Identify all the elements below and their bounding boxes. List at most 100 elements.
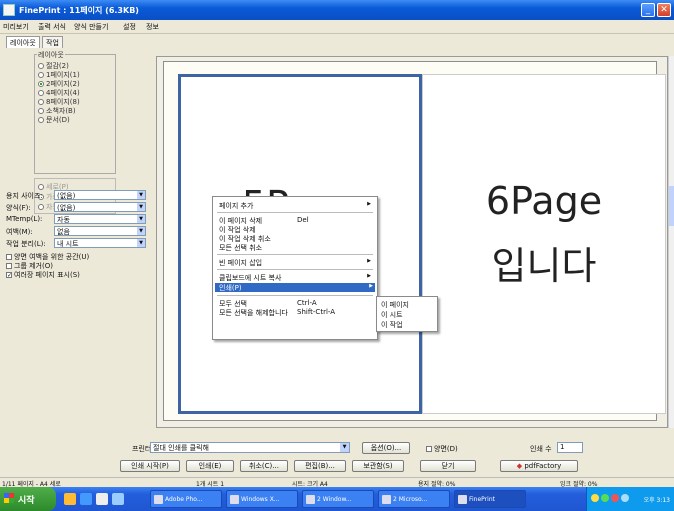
layout-radio-8page[interactable]: 8페이지(8) [38,97,80,106]
paper-size-select[interactable]: (없음) ▼ [54,190,146,200]
menu-item-print-format[interactable]: 출력 서식 [38,22,66,32]
layout-radio-save[interactable]: 절감(2) [38,61,69,70]
start-label: 시작 [18,496,35,506]
photoshop-icon [154,495,163,504]
quicklaunch-folder-icon[interactable] [64,493,76,505]
layout-radio-2page[interactable]: 2페이지(2) [38,79,80,88]
check-multi-page[interactable]: ✓ 여러장 페이지 표시(S) [6,270,80,279]
ctx-item-select-all[interactable]: 모두 선택 Ctrl-A [219,299,373,308]
check-duplex-margin[interactable]: 양면 여백을 위한 공간(U) [6,252,89,261]
word-icon [382,495,391,504]
layout-radio-4page[interactable]: 4페이지(4) [38,88,80,97]
radio-icon [38,99,44,105]
scrollbar-thumb[interactable] [669,186,674,226]
layout-radio-booklet[interactable]: 소책자(B) [38,106,76,115]
menu-item-settings[interactable]: 설정 [123,22,136,32]
chevron-down-icon[interactable]: ▼ [137,191,145,199]
edit-button[interactable]: 편집(B)... [294,460,346,472]
chevron-down-icon[interactable]: ▼ [137,215,145,223]
select-value: 자동 [57,216,70,224]
app-icon [3,4,15,16]
check-remove-group[interactable]: 그룹 제거(O) [6,261,53,270]
quicklaunch-ie-icon[interactable] [80,493,92,505]
check-label: 양면(D) [434,445,458,453]
menu-separator [217,269,373,270]
tab-job[interactable]: 작업 [42,36,63,48]
form-select[interactable]: (없음) ▼ [54,202,146,212]
ctx-item-copy-clipboard[interactable]: 클립보드에 시트 복사 ▶ [219,273,373,282]
ctx-item-insert-blank[interactable]: 빈 페이지 삽입 ▶ [219,258,373,267]
archive-button[interactable]: 보관함(S) [352,460,404,472]
quicklaunch-media-icon[interactable] [112,493,124,505]
chevron-down-icon[interactable]: ▼ [137,203,145,211]
chevron-down-icon[interactable]: ▼ [137,239,145,247]
tray-security-icon[interactable] [611,494,619,502]
tray-volume-icon[interactable] [621,494,629,502]
quicklaunch-desktop-icon[interactable] [96,493,108,505]
task-label: 2 Microso... [393,496,428,503]
check-label: 양면 여백을 위한 공간(U) [14,253,90,261]
ctx-label: 클립보드에 시트 복사 [219,274,282,282]
submenu-item-this-page[interactable]: 이 페이지 [381,300,409,309]
ctx-item-undo-delete[interactable]: 이 작업 삭제 취소 [219,234,373,243]
ctx-item-add-page[interactable]: 페이지 추가 ▶ [219,201,373,210]
start-print-button[interactable]: 인쇄 시작(P) [120,460,180,472]
taskbar-item-microsoft[interactable]: 2 Microso... [378,490,450,508]
minimize-button[interactable]: _ [641,3,655,17]
windows-logo-icon [4,493,14,503]
printer-icon [458,495,467,504]
taskbar-item-photoshop[interactable]: Adobe Pho... [150,490,222,508]
close-button[interactable]: ✕ [657,3,671,17]
tray-clock[interactable]: 오후 3:13 [644,495,670,504]
options-button[interactable]: 옵션(O)... [362,442,410,454]
ctx-label: 이 페이지 삭제 [219,217,263,225]
menu-item-make-form[interactable]: 양식 만들기 [74,22,108,32]
cancel-button[interactable]: 취소(C)... [240,460,288,472]
taskbar-item-windows-x[interactable]: Windows X... [226,490,298,508]
page-right-text-2: 입니다 [491,244,597,288]
close-dialog-button[interactable]: 닫기 [420,460,476,472]
preview-scrollbar[interactable] [668,56,674,428]
setting-label: MTemp(L): [6,215,43,223]
ctx-label: 이 작업 삭제 [219,226,256,234]
ctx-item-delete-page[interactable]: 이 페이지 삭제 Del [219,216,373,225]
menu-item-about[interactable]: 정보 [146,22,159,32]
layout-radio-document[interactable]: 문서(D) [38,115,70,124]
ctx-item-clear-selection[interactable]: 모든 선택 취소 [219,243,373,252]
chevron-down-icon[interactable]: ▼ [137,227,145,235]
pdffactory-button[interactable]: ◆ pdfFactory [500,460,578,472]
ctx-item-delete-job[interactable]: 이 작업 삭제 [219,225,373,234]
check-label: 여러장 페이지 표시(S) [14,271,80,279]
job-split-select[interactable]: 내 시트 ▼ [54,238,146,248]
checkbox-checked-icon: ✓ [6,272,13,279]
taskbar: 시작 Adobe Pho... Windows X... 2 Window...… [0,487,674,511]
duplex-checkbox[interactable]: 양면(D) [426,444,458,454]
radio-icon [38,117,44,123]
checkbox-icon [6,254,12,260]
margin-select[interactable]: 없음 ▼ [54,226,146,236]
ctx-item-deselect-all[interactable]: 모든 선택을 해제합니다 Shift-Ctrl-A [219,308,373,317]
mtemp-select[interactable]: 자동 ▼ [54,214,146,224]
start-button[interactable]: 시작 [0,487,56,511]
taskbar-item-windows-group[interactable]: 2 Window... [302,490,374,508]
submenu-item-this-job[interactable]: 이 작업 [381,320,403,329]
ctx-item-print[interactable]: 인쇄(P) ▶ [215,283,375,292]
page-right[interactable]: 6Page 입니다 [422,74,666,414]
layout-radio-1page[interactable]: 1페이지(1) [38,70,80,79]
context-menu: 페이지 추가 ▶ 이 페이지 삭제 Del 이 작업 삭제 이 작업 삭제 취소 모… [212,196,378,340]
print-button[interactable]: 인쇄(E) [186,460,234,472]
menu-bar: 미리보기 출력 서식 양식 만들기 설정 정보 [0,20,674,34]
radio-icon [38,90,44,96]
tab-layout[interactable]: 레이아웃 [6,36,40,48]
copies-input[interactable]: 1 [557,442,583,453]
submenu-arrow-icon: ▶ [369,283,373,289]
printer-select[interactable]: 절대 인쇄를 클릭해 ▼ [150,442,350,453]
setting-label: 용지 사이즈: [6,192,43,200]
radio-selected-icon [38,81,44,87]
tray-ime-icon[interactable] [591,494,599,502]
submenu-item-this-sheet[interactable]: 이 시트 [381,310,403,319]
chevron-down-icon[interactable]: ▼ [340,443,349,452]
menu-item-preview[interactable]: 미리보기 [3,22,29,32]
tray-network-icon[interactable] [601,494,609,502]
taskbar-item-fineprint[interactable]: FinePrint [454,490,526,508]
